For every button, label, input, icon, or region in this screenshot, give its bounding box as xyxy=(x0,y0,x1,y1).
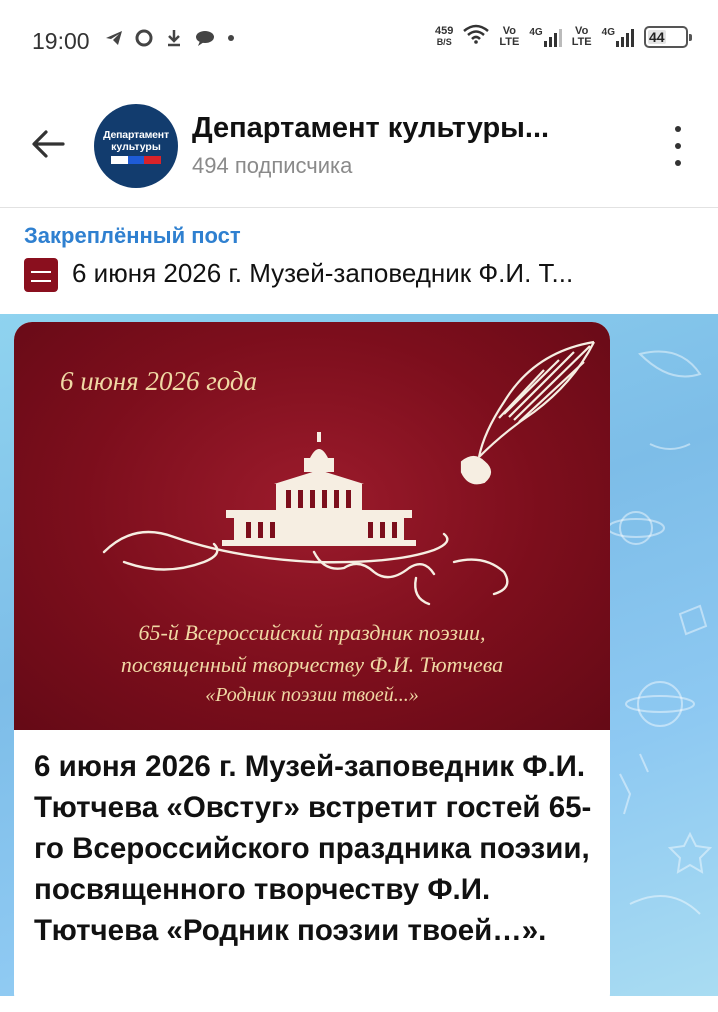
net-speed-unit: B/S xyxy=(436,36,452,47)
status-time: 19:00 xyxy=(32,28,90,54)
sim2-gen: 4G xyxy=(601,26,615,38)
chat-header: Департамент культуры Департамент культур… xyxy=(0,92,718,202)
more-vertical-icon xyxy=(675,126,681,132)
pinned-message-bar[interactable]: Закреплённый пост 6 июня 2026 г. Музей-з… xyxy=(0,208,718,314)
avatar-line2: культуры xyxy=(111,140,161,153)
post-text: 6 июня 2026 г. Музей-заповедник Ф.И. Тют… xyxy=(34,750,592,947)
dot-icon xyxy=(226,28,236,54)
telegram-icon xyxy=(104,28,124,54)
sim2-top: Vo xyxy=(575,24,589,37)
poster-line2: посвященный творчеству Ф.И. Тютчева xyxy=(120,652,504,677)
channel-avatar[interactable]: Департамент культуры xyxy=(94,104,178,188)
sim1-volte: Vo LTE xyxy=(499,24,520,48)
sim1-signal: 4G xyxy=(529,26,562,47)
wifi-icon xyxy=(463,24,490,49)
channel-title[interactable]: Департамент культуры... xyxy=(192,112,549,145)
sim1-bottom: LTE xyxy=(499,35,520,48)
net-speed-value: 459 xyxy=(435,24,454,37)
battery-icon: 44 xyxy=(644,25,692,48)
back-button[interactable] xyxy=(26,122,70,166)
chat-icon xyxy=(134,28,154,54)
sim1-top: Vo xyxy=(502,24,516,37)
pinned-thumbnail xyxy=(24,258,58,292)
avatar-flag-bar xyxy=(111,155,162,164)
sim1-gen: 4G xyxy=(529,26,543,38)
arrow-left-icon xyxy=(32,130,65,158)
message-icon xyxy=(194,28,216,54)
net-speed: 459 B/S xyxy=(435,24,454,48)
status-right: 459 B/S Vo LTE 4G Vo LTE 4G 44 xyxy=(435,24,692,49)
pinned-label: Закреплённый пост xyxy=(24,223,241,248)
sim2-volte: Vo LTE xyxy=(571,24,592,48)
channel-post[interactable]: 6 июня 2026 года 65-й Всероссийский праз… xyxy=(14,322,610,1012)
poster-line1: 65-й Всероссийский праздник поэзии, xyxy=(138,620,486,645)
poster-line3: «Родник поэзии твоей...» xyxy=(205,684,419,706)
avatar-line1: Департамент xyxy=(103,128,169,141)
subscriber-count: 494 подписчика xyxy=(192,153,353,178)
poster-artwork xyxy=(102,340,595,606)
status-bar: 19:00 459 B/S Vo LTE 4G Vo LTE 4G 44 xyxy=(0,0,718,80)
pinned-text: 6 июня 2026 г. Музей-заповедник Ф.И. Т..… xyxy=(72,258,574,288)
notification-icons xyxy=(104,28,236,54)
more-menu-button[interactable] xyxy=(668,126,688,166)
signal-icon xyxy=(616,27,634,47)
battery-level: 44 xyxy=(649,28,665,45)
sim2-signal: 4G xyxy=(602,27,634,47)
download-icon xyxy=(164,28,184,54)
sim2-bottom: LTE xyxy=(571,35,592,48)
signal-icon xyxy=(543,27,562,47)
post-image[interactable]: 6 июня 2026 года 65-й Всероссийский праз… xyxy=(14,322,610,730)
